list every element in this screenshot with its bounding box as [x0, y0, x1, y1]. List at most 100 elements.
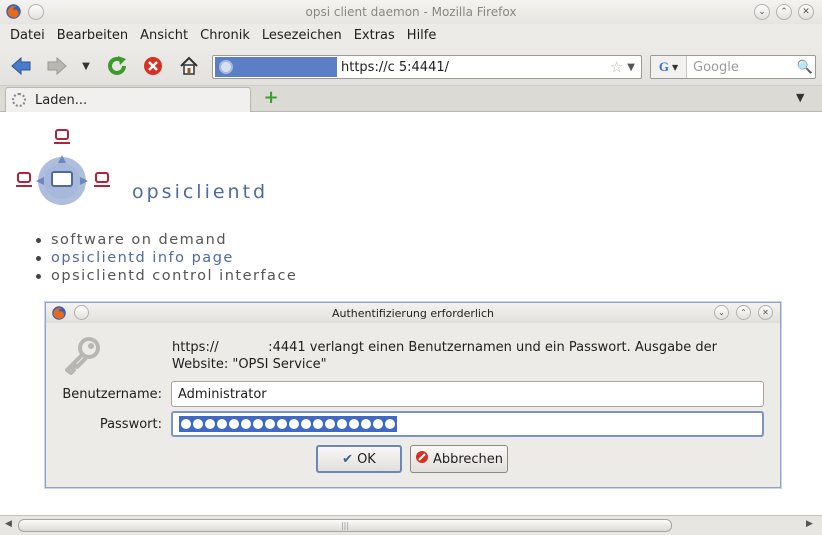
password-label: Passwort: [99, 417, 162, 432]
bullet [36, 237, 41, 243]
password-masked-value [179, 416, 397, 432]
bullet [36, 255, 41, 261]
url-text[interactable]: https://c 5:4441/ [341, 60, 610, 75]
dialog-message-line1: https:// :4441 verlangt einen Benutzerna… [172, 340, 718, 355]
url-bar[interactable]: https://c 5:4441/ ☆ ▼ [212, 55, 642, 79]
password-dot [181, 419, 191, 429]
password-field[interactable] [171, 411, 764, 437]
menu-hilfe[interactable]: Hilfe [401, 28, 443, 43]
search-input[interactable]: Google [687, 60, 795, 75]
password-dot [313, 419, 323, 429]
info-page-link[interactable]: opsiclientd info page [51, 250, 234, 266]
site-identity-button[interactable] [215, 57, 337, 77]
google-icon: G [658, 59, 669, 74]
auth-dialog: Authentifizierung erforderlich ⌄ ⌃ ✕ htt… [45, 302, 781, 488]
password-dot [241, 419, 251, 429]
close-window-button[interactable]: ✕ [798, 4, 814, 20]
feature-list: software on demand opsiclientd info page… [36, 231, 297, 285]
back-button[interactable] [8, 54, 34, 78]
scrollbar-thumb[interactable]: ||| [18, 519, 672, 532]
software-on-demand-text: software on demand [51, 232, 228, 248]
username-value: Administrator [178, 386, 267, 402]
window-menu-button[interactable] [28, 4, 44, 20]
chevron-down-icon: ▼ [671, 62, 679, 72]
menu-chronik[interactable]: Chronik [194, 28, 256, 43]
bullet [36, 273, 41, 279]
search-bar[interactable]: G ▼ Google 🔍 [650, 55, 816, 79]
bookmark-star-icon[interactable]: ☆ [610, 58, 623, 76]
password-dot [325, 419, 335, 429]
list-item: software on demand [36, 231, 297, 249]
forward-button[interactable] [44, 54, 70, 78]
navigation-toolbar: ▼ https://c 5:4441/ ☆ ▼ G ▼ Google 🔍 [0, 46, 822, 86]
password-dot [217, 419, 227, 429]
dialog-message-line2: Website: "OPSI Service" [172, 357, 327, 372]
password-dot [193, 419, 203, 429]
scroll-right-icon[interactable]: ▶ [806, 519, 813, 529]
reload-icon [108, 56, 126, 75]
tab-bar: Laden... + ▼ [0, 86, 822, 112]
firefox-icon [6, 4, 21, 19]
list-item[interactable]: opsiclientd info page [36, 249, 297, 267]
ok-button[interactable]: ✔ OK [316, 445, 402, 473]
history-dropdown[interactable]: ▼ [76, 54, 96, 78]
stop-button[interactable] [140, 54, 166, 78]
opsi-logo [16, 129, 110, 205]
tab-list-button[interactable]: ▼ [796, 91, 804, 104]
horizontal-scrollbar[interactable]: ◀ ||| ▶ [0, 515, 822, 535]
loading-spinner-icon [12, 93, 26, 107]
home-button[interactable] [176, 54, 202, 78]
tab-loading[interactable]: Laden... [5, 87, 251, 112]
scroll-left-icon[interactable]: ◀ [5, 519, 12, 529]
home-icon [180, 56, 198, 75]
control-interface-text: opsiclientd control interface [51, 268, 298, 284]
globe-icon [219, 60, 233, 74]
search-engine-selector[interactable]: G ▼ [651, 56, 687, 78]
menu-lesezeichen[interactable]: Lesezeichen [256, 28, 348, 43]
menu-ansicht[interactable]: Ansicht [134, 28, 194, 43]
forward-arrow-icon [47, 56, 67, 76]
menu-bearbeiten[interactable]: Bearbeiten [51, 28, 134, 43]
new-tab-button[interactable]: + [262, 89, 280, 107]
stop-icon [144, 57, 162, 75]
menu-extras[interactable]: Extras [348, 28, 401, 43]
back-arrow-icon [11, 56, 31, 76]
password-dot [265, 419, 275, 429]
checkmark-icon: ✔ [342, 451, 354, 467]
reload-button[interactable] [104, 54, 130, 78]
dialog-message: https:// :4441 verlangt einen Benutzerna… [172, 339, 762, 373]
password-dot [277, 419, 287, 429]
menu-datei[interactable]: Datei [4, 28, 51, 43]
search-icon[interactable]: 🔍 [795, 60, 815, 75]
password-dot [253, 419, 263, 429]
window-titlebar: opsi client daemon - Mozilla Firefox ⌄ ⌃… [0, 0, 822, 24]
minimize-button[interactable]: ⌄ [754, 4, 770, 20]
username-label: Benutzername: [62, 387, 162, 402]
cancel-icon [415, 450, 429, 468]
dialog-minimize-button[interactable]: ⌄ [714, 305, 729, 320]
password-dot [301, 419, 311, 429]
ok-label: OK [357, 451, 376, 467]
key-icon [65, 337, 100, 375]
password-dot [373, 419, 383, 429]
tab-label: Laden... [35, 92, 88, 108]
dialog-maximize-button[interactable]: ⌃ [736, 305, 751, 320]
password-dot [361, 419, 371, 429]
dialog-close-button[interactable]: ✕ [758, 305, 773, 320]
cancel-button[interactable]: Abbrechen [410, 445, 508, 473]
dialog-menu-button[interactable] [74, 305, 89, 320]
window-title: opsi client daemon - Mozilla Firefox [305, 5, 517, 19]
password-dot [337, 419, 347, 429]
password-dot [349, 419, 359, 429]
dialog-title: Authentifizierung erforderlich [332, 306, 494, 320]
url-dropdown-icon[interactable]: ▼ [627, 62, 635, 73]
brand-title: opsiclientd [132, 181, 269, 203]
maximize-button[interactable]: ⌃ [776, 4, 792, 20]
password-dot [385, 419, 395, 429]
list-item: opsiclientd control interface [36, 267, 297, 285]
password-dot [229, 419, 239, 429]
firefox-icon [52, 306, 66, 320]
password-dot [289, 419, 299, 429]
password-dot [205, 419, 215, 429]
username-field[interactable]: Administrator [171, 381, 764, 407]
